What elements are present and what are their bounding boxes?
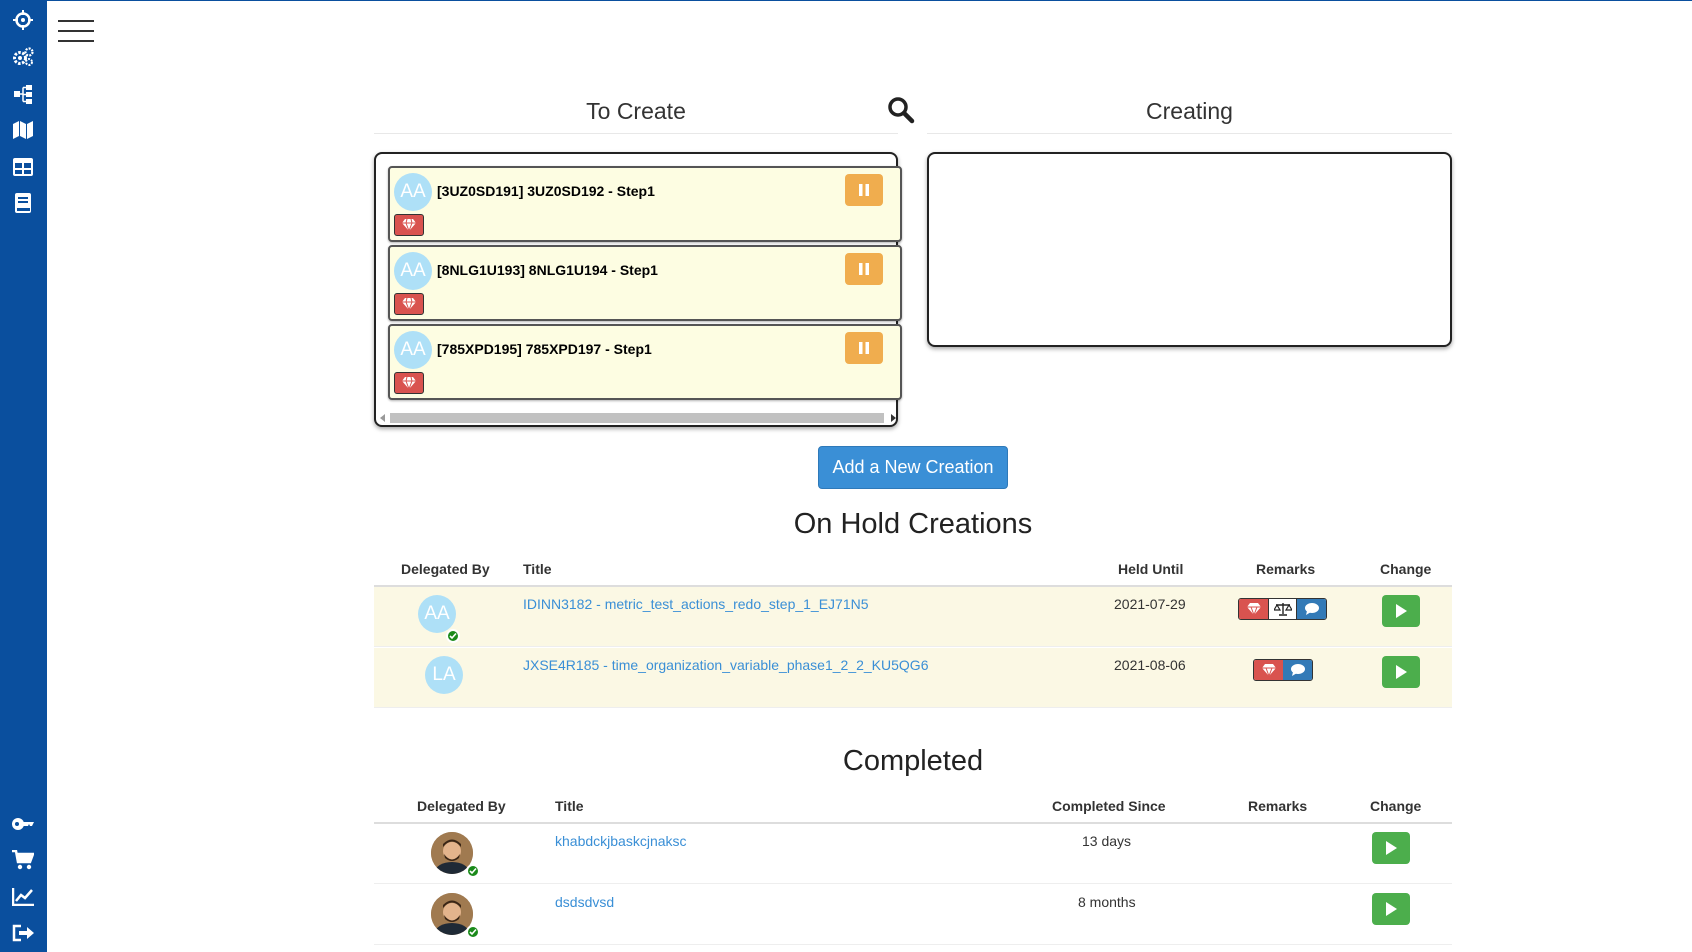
remarks <box>1238 598 1327 620</box>
key-icon[interactable] <box>10 811 36 837</box>
row-title-link[interactable]: JXSE4R185 - time_organization_variable_p… <box>523 657 928 673</box>
row-title-link[interactable]: khabdckjbaskcjnaksc <box>555 833 687 849</box>
table-row: dsdsdvsd 8 months <box>374 885 1452 945</box>
th-held-until: Held Until <box>1118 561 1184 577</box>
check-icon <box>446 629 460 643</box>
pause-button[interactable] <box>845 253 883 285</box>
th-title: Title <box>523 561 552 577</box>
crosshair-icon[interactable] <box>10 7 36 33</box>
sidebar <box>0 0 47 952</box>
creating-heading: Creating <box>927 92 1452 134</box>
remarks <box>1253 659 1313 681</box>
task-card[interactable]: AA [3UZ0SD191] 3UZ0SD192 - Step1 <box>388 166 902 242</box>
on-hold-heading: On Hold Creations <box>793 508 1033 540</box>
avatar: AA <box>394 331 432 369</box>
gem-icon <box>1239 599 1268 619</box>
completed-since: 13 days <box>1082 833 1132 849</box>
row-title-link[interactable]: IDINN3182 - metric_test_actions_redo_ste… <box>523 596 869 612</box>
scroll-right-icon <box>891 414 896 422</box>
chart-icon[interactable] <box>10 884 36 910</box>
card-title: [3UZ0SD191] 3UZ0SD192 - Step1 <box>437 183 655 199</box>
table-row: khabdckjbaskcjnaksc 13 days <box>374 824 1452 884</box>
play-icon <box>1396 604 1407 618</box>
gem-icon <box>394 293 424 315</box>
th-change: Change <box>1370 798 1422 814</box>
reopen-button[interactable] <box>1372 832 1410 864</box>
resume-button[interactable] <box>1382 656 1420 688</box>
th-title: Title <box>555 798 584 814</box>
play-icon <box>1386 902 1397 916</box>
scale-icon <box>1268 599 1297 619</box>
th-remarks: Remarks <box>1256 561 1316 577</box>
to-create-heading: To Create <box>374 92 898 134</box>
gears-icon[interactable] <box>10 44 36 70</box>
card-title: [8NLG1U193] 8NLG1U194 - Step1 <box>437 262 658 278</box>
comment-icon <box>1283 660 1312 680</box>
reopen-button[interactable] <box>1372 893 1410 925</box>
pause-button[interactable] <box>845 174 883 206</box>
gem-icon <box>1254 660 1283 680</box>
card-title: [785XPD195] 785XPD197 - Step1 <box>437 341 652 357</box>
avatar: LA <box>425 656 463 694</box>
pause-icon <box>859 184 869 196</box>
table-row: LA JXSE4R185 - time_organization_variabl… <box>374 648 1452 708</box>
th-delegated-by: Delegated By <box>401 561 490 577</box>
pause-button[interactable] <box>845 332 883 364</box>
play-icon <box>1396 665 1407 679</box>
table-icon[interactable] <box>10 154 36 180</box>
table-row: AA IDINN3182 - metric_test_actions_redo_… <box>374 587 1452 647</box>
avatar: AA <box>394 173 432 211</box>
th-change: Change <box>1380 561 1432 577</box>
logout-icon[interactable] <box>10 920 36 946</box>
avatar: AA <box>394 252 432 290</box>
sitemap-icon[interactable] <box>10 81 36 107</box>
add-new-creation-button[interactable]: Add a New Creation <box>818 446 1008 489</box>
comment-icon <box>1297 599 1326 619</box>
cart-icon[interactable] <box>10 847 36 873</box>
completed-since: 8 months <box>1078 894 1136 910</box>
held-until: 2021-08-06 <box>1114 657 1186 673</box>
creating-panel[interactable] <box>927 152 1452 347</box>
check-icon <box>466 925 480 939</box>
task-card[interactable]: AA [8NLG1U193] 8NLG1U194 - Step1 <box>388 245 902 321</box>
task-card[interactable]: AA [785XPD195] 785XPD197 - Step1 <box>388 324 902 400</box>
th-remarks: Remarks <box>1248 798 1308 814</box>
gem-icon <box>394 372 424 394</box>
map-icon[interactable] <box>10 117 36 143</box>
search-icon[interactable] <box>887 96 915 124</box>
top-border <box>47 0 1692 1</box>
book-icon[interactable] <box>10 190 36 216</box>
scroll-left-icon <box>380 414 385 422</box>
held-until: 2021-07-29 <box>1114 596 1186 612</box>
hamburger-icon[interactable] <box>58 18 94 44</box>
avatar: AA <box>418 595 456 633</box>
gem-icon <box>394 214 424 236</box>
th-completed-since: Completed Since <box>1052 798 1166 814</box>
resume-button[interactable] <box>1382 595 1420 627</box>
th-delegated-by: Delegated By <box>417 798 506 814</box>
check-icon <box>466 864 480 878</box>
row-title-link[interactable]: dsdsdvsd <box>555 894 614 910</box>
pause-icon <box>859 263 869 275</box>
completed-heading: Completed <box>842 745 984 777</box>
to-create-panel: AA [3UZ0SD191] 3UZ0SD192 - Step1 AA [8NL… <box>374 152 902 427</box>
horizontal-scrollbar[interactable] <box>380 411 896 425</box>
play-icon <box>1386 841 1397 855</box>
pause-icon <box>859 342 869 354</box>
